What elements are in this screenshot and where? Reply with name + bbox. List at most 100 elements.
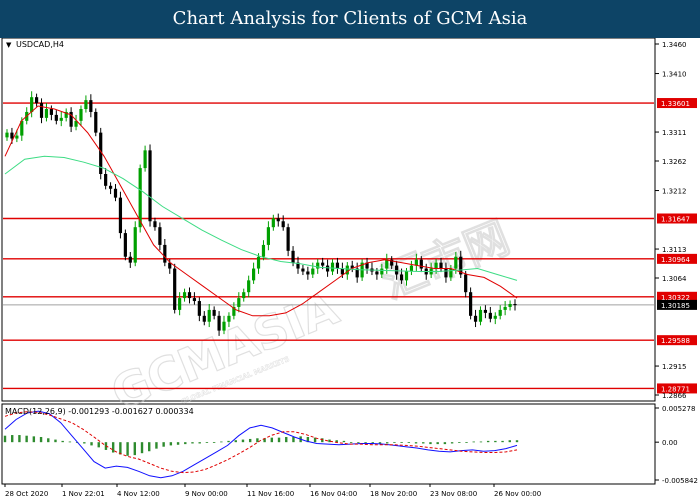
macd-histogram-bar (133, 442, 137, 456)
candle-body (59, 117, 63, 121)
candle-body (217, 315, 221, 331)
macd-histogram-bar (11, 435, 14, 443)
candle-body (30, 97, 34, 112)
candle-body (54, 114, 58, 121)
macd-histogram-bar (39, 436, 43, 443)
y-tick-label: 1.3262 (662, 158, 687, 166)
macd-histogram-bar (176, 442, 180, 445)
candle-body (158, 227, 162, 245)
candle-body (464, 274, 468, 293)
y-tick-label: 1.3113 (662, 246, 687, 254)
candle-body (118, 197, 123, 234)
macd-histogram-bar (515, 440, 519, 443)
candle-body (89, 100, 93, 112)
macd-histogram-bar (414, 442, 418, 444)
candle-body (281, 221, 285, 228)
candle-body (434, 262, 438, 269)
page-title: Chart Analysis for Clients of GCM Asia (0, 0, 700, 38)
candle-body (207, 309, 211, 322)
y-tick-label: 1.3212 (662, 188, 687, 196)
candle-body (104, 174, 108, 186)
x-tick-label: 16 Nov 04:00 (310, 490, 357, 498)
candle-body (163, 244, 167, 263)
candle-body (173, 268, 177, 310)
macd-histogram-bar (47, 438, 50, 443)
macd-histogram-bar (169, 442, 173, 446)
candle-body (306, 271, 310, 275)
macd-histogram-bar (191, 442, 194, 444)
macd-histogram-bar (458, 442, 461, 443)
macd-histogram-bar (234, 440, 237, 443)
macd-histogram-bar (97, 442, 100, 448)
candle-body (197, 301, 201, 316)
macd-histogram-bar (436, 442, 439, 445)
candle-body (153, 221, 157, 228)
macd-histogram-bar (407, 442, 411, 443)
candle-body (469, 292, 473, 316)
macd-histogram-bar (450, 442, 454, 444)
price-chart-title: USDCAD,H4 (16, 40, 64, 49)
candle-body (419, 259, 423, 269)
candle-body (330, 262, 335, 272)
macd-histogram-bar (285, 436, 288, 443)
level-label: 1.29588 (661, 337, 690, 345)
macd-histogram-bar (119, 442, 122, 455)
chart-canvas: GCMASIA 汇市网 GLOBAL FINANCIAL MARKETS 1.3… (1, 38, 698, 498)
candle-body (276, 218, 280, 222)
candle-body (182, 292, 187, 299)
candle-body (113, 188, 118, 198)
macd-histogram-bar (248, 438, 252, 443)
candle-body (478, 309, 483, 322)
candle-body (227, 315, 231, 322)
x-tick-label: 11 Nov 16:00 (247, 490, 294, 498)
macd-histogram-bar (422, 442, 425, 444)
macd-histogram-bar (241, 439, 245, 443)
y-tick-label: 1.2866 (662, 392, 687, 400)
candle-body (493, 315, 497, 319)
chart-menu-icon[interactable]: ▼ (6, 41, 12, 49)
candle-body (404, 271, 409, 281)
current-price-label: 1.30185 (661, 302, 690, 310)
candle-body (256, 256, 261, 269)
macd-histogram-bar (3, 435, 7, 443)
level-label: 1.30964 (661, 256, 690, 264)
candle-body (261, 244, 266, 257)
macd-histogram-bar (126, 442, 129, 456)
price-panel (1, 38, 656, 402)
candle-body (439, 262, 443, 269)
macd-histogram-bar (385, 442, 389, 444)
macd-y-tick-label: 0.00 (662, 439, 678, 447)
candle-body (15, 135, 19, 139)
macd-histogram-bar (68, 441, 72, 443)
macd-histogram-bar (508, 440, 511, 443)
y-tick-label: 1.3410 (662, 71, 687, 79)
level-label: 1.33601 (661, 100, 690, 108)
macd-histogram-bar (486, 440, 490, 443)
macd-y-tick-label: -0.005842 (662, 477, 698, 485)
macd-y-tick-label: 0.005278 (662, 405, 695, 413)
candle-body (325, 265, 330, 272)
macd-histogram-bar (205, 442, 209, 443)
x-tick-label: 26 Nov 00:00 (494, 490, 541, 498)
candle-body (321, 262, 325, 266)
candle-body (34, 97, 39, 104)
macd-histogram-bar (90, 442, 93, 446)
candle-body (444, 268, 448, 278)
macd-histogram-bar (349, 442, 353, 443)
macd-histogram-bar (184, 442, 187, 445)
candle-body (409, 265, 414, 272)
macd-histogram-bar (18, 435, 21, 443)
candle-body (222, 321, 226, 331)
candle-body (449, 268, 453, 278)
macd-histogram-bar (393, 442, 396, 443)
x-tick-label: 9 Nov 00:00 (185, 490, 228, 498)
macd-histogram-bar (378, 442, 382, 444)
candle-body (148, 150, 152, 222)
candle-body (128, 256, 132, 263)
macd-histogram-bar (479, 441, 483, 443)
candle-body (192, 298, 197, 302)
macd-histogram-bar (443, 442, 447, 445)
candle-body (311, 268, 315, 275)
candle-body (513, 304, 517, 306)
candle-body (247, 280, 251, 293)
